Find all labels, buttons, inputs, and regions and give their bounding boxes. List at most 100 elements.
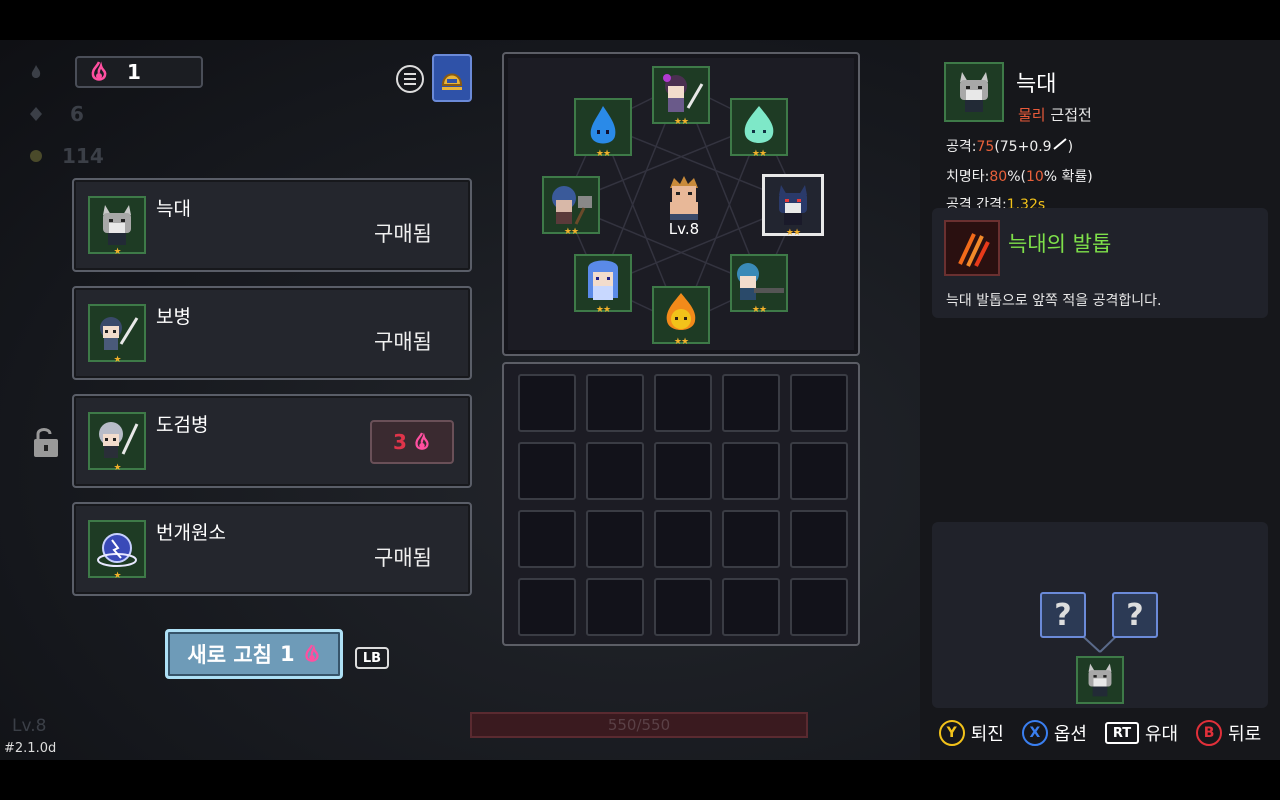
unknown-unit-slot[interactable]: ? [1040, 592, 1086, 638]
inventory-cell[interactable] [722, 442, 780, 500]
inventory-cell[interactable] [518, 442, 576, 500]
inventory-cell[interactable] [518, 578, 576, 636]
hint-options[interactable]: X 옵션 [1021, 720, 1087, 746]
inventory-cell[interactable] [586, 374, 644, 432]
sword-icon [1052, 138, 1067, 150]
crit-value: 80 [989, 169, 1008, 185]
purchased-status: 구매됨 [374, 222, 432, 246]
star-rank-icon: ★ [113, 247, 121, 257]
hint-retire[interactable]: Y 퇴진 [938, 720, 1004, 746]
gold-count: 114 [62, 144, 104, 168]
attack-label: 공격: [946, 139, 977, 155]
claw-skill-icon [944, 220, 1000, 276]
shop-item-name: 늑대 [156, 198, 191, 220]
soul-flame-icon [91, 61, 107, 81]
inventory-cell[interactable] [722, 374, 780, 432]
gunner-icon [737, 263, 784, 300]
star-rank-icon: ★★ [785, 228, 801, 238]
attack-formula: (75+0.9 [994, 139, 1052, 155]
hint-label: 뒤로 [1228, 724, 1262, 745]
helmet-icon [441, 73, 463, 90]
shop-item-name: 보병 [156, 306, 191, 328]
formation-slot-water-spirit[interactable]: ★★ [574, 98, 632, 159]
tree-wolf-node[interactable] [1076, 656, 1124, 704]
inventory-cell[interactable] [790, 442, 848, 500]
gem-icon [30, 107, 42, 121]
skill-description: 늑대 발톱으로 앞쪽 적을 공격합니다. [946, 293, 1162, 309]
inventory-cell[interactable] [790, 510, 848, 568]
hammer-warrior-icon [552, 186, 592, 225]
menu-button[interactable] [396, 65, 424, 93]
gold-icon [30, 150, 42, 162]
inventory-cell[interactable] [518, 374, 576, 432]
codex-book-button[interactable] [432, 54, 472, 102]
hero-icon [670, 176, 698, 220]
hero-level: Lv.8 [668, 220, 700, 238]
formation-slot-swordswoman[interactable]: ★★ [652, 66, 710, 127]
star-rank-icon: ★ [113, 463, 121, 473]
unit-info-panel: 늑대 물리 근접전 공격:75(75+0.9) 치명타:80%(10% 확률) … [920, 40, 1280, 760]
unit-name: 늑대 [1016, 72, 1057, 97]
shop-card-infantry[interactable]: ★ 보병 구매됨 [72, 286, 472, 380]
formation-slot-fire-spirit[interactable]: ★★ [652, 286, 710, 347]
shop-card-wolf[interactable]: ★ 늑대 구매됨 [72, 178, 472, 272]
ice-mage-icon [588, 260, 618, 300]
swordswoman-icon [663, 74, 704, 112]
rt-button-icon: RT [1105, 722, 1139, 744]
attack-stat: 공격:75(75+0.9) [946, 136, 1073, 156]
lightning-orb-icon [97, 533, 137, 567]
damage-type: 물리 [1018, 106, 1046, 124]
inventory-cell[interactable] [790, 374, 848, 432]
inventory-cell[interactable] [654, 442, 712, 500]
hint-bond[interactable]: RT 유대 [1105, 720, 1178, 746]
shop-card-lightning-elemental[interactable]: ★ 번개원소 구매됨 [72, 502, 472, 596]
hint-label: 퇴진 [970, 724, 1004, 745]
shop-card-swordsman[interactable]: ★ 도검병 3 [72, 394, 472, 488]
purchased-status: 구매됨 [374, 546, 432, 570]
buy-price-button[interactable]: 3 [370, 420, 454, 464]
unknown-unit-slot[interactable]: ? [1112, 592, 1158, 638]
skill-name: 늑대의 발톱 [1008, 232, 1112, 256]
swordsman-portrait: ★ [88, 412, 146, 473]
star-rank-icon: ★★ [673, 117, 689, 127]
wolf-portrait: ★ [88, 196, 146, 257]
hero-center[interactable]: Lv.8 [652, 174, 716, 238]
soul-counter: 1 [75, 56, 203, 88]
formation-slot-gunner[interactable]: ★★ [730, 254, 788, 315]
inventory-cell[interactable] [654, 578, 712, 636]
inventory-grid [502, 362, 860, 646]
inventory-cell[interactable] [586, 442, 644, 500]
wind-spirit-icon [744, 106, 774, 143]
synergy-tree: ? ? [932, 522, 1268, 708]
star-rank-icon: ★★ [751, 305, 767, 315]
formation-slot-wolf-selected[interactable]: ★★ [762, 174, 824, 238]
star-rank-icon: ★★ [563, 227, 579, 237]
inventory-cell[interactable] [722, 578, 780, 636]
inventory-cell[interactable] [654, 510, 712, 568]
dark-wolf-icon [779, 185, 807, 225]
unlock-icon[interactable] [32, 425, 60, 459]
lightning-elemental-portrait: ★ [88, 520, 146, 581]
formation-slot-wind-spirit[interactable]: ★★ [730, 98, 788, 159]
price-value: 3 [393, 430, 407, 454]
control-hints: Y 퇴진 X 옵션 RT 유대 B 뒤로 [920, 720, 1280, 746]
crit-chance: 10 [1025, 169, 1044, 185]
star-rank-icon: ★★ [595, 305, 611, 315]
inventory-cell[interactable] [722, 510, 780, 568]
gem-count: 6 [70, 102, 84, 126]
shop-item-name: 번개원소 [156, 522, 226, 544]
formation-slot-hammer-warrior[interactable]: ★★ [542, 176, 600, 237]
inventory-cell[interactable] [586, 578, 644, 636]
attack-value: 75 [976, 139, 995, 155]
soul-ghost-icon [31, 65, 41, 78]
refresh-button[interactable]: 새로 고침 1 [165, 629, 343, 679]
inventory-cell[interactable] [518, 510, 576, 568]
crit-pct: %( [1007, 169, 1026, 185]
inventory-cell[interactable] [586, 510, 644, 568]
inventory-cell[interactable] [790, 578, 848, 636]
skill-box: 늑대의 발톱 늑대 발톱으로 앞쪽 적을 공격합니다. [932, 208, 1268, 318]
hint-back[interactable]: B 뒤로 [1196, 720, 1261, 746]
inventory-cell[interactable] [654, 374, 712, 432]
formation-slot-ice-mage[interactable]: ★★ [574, 254, 632, 315]
b-button-icon: B [1196, 720, 1223, 746]
